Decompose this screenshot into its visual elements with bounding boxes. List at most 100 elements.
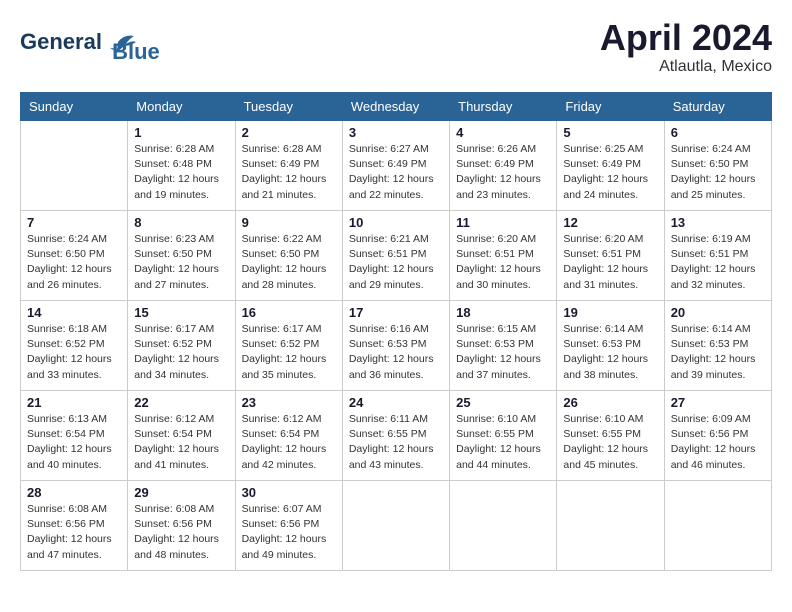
- day-info: Sunrise: 6:17 AMSunset: 6:52 PMDaylight:…: [242, 322, 336, 383]
- calendar-cell: 16 Sunrise: 6:17 AMSunset: 6:52 PMDayligh…: [235, 301, 342, 391]
- calendar-cell: 5 Sunrise: 6:25 AMSunset: 6:49 PMDaylight…: [557, 121, 664, 211]
- day-number: 13: [671, 215, 765, 230]
- calendar-cell: 24Sunrise: 6:11 AMSunset: 6:55 PMDayligh…: [342, 391, 449, 481]
- calendar-cell: 29 Sunrise: 6:08 AMSunset: 6:56 PMDayligh…: [128, 481, 235, 571]
- calendar-cell: [450, 481, 557, 571]
- calendar-cell: 22Sunrise: 6:12 AMSunset: 6:54 PMDayligh…: [128, 391, 235, 481]
- day-info: Sunrise: 6:21 AMSunset: 6:51 PMDaylight:…: [349, 232, 443, 293]
- calendar-cell: [342, 481, 449, 571]
- day-number: 21: [27, 395, 121, 410]
- logo-general: General: [20, 29, 102, 54]
- day-info: Sunrise: 6:26 AMSunset: 6:49 PMDaylight:…: [456, 142, 550, 203]
- calendar-week-2: 7 Sunrise: 6:24 AMSunset: 6:50 PMDaylight…: [21, 211, 772, 301]
- day-info: Sunrise: 6:12 AMSunset: 6:54 PMDaylight:…: [134, 412, 228, 473]
- title-block: April 2024 Atlautla, Mexico: [600, 20, 772, 76]
- day-info: Sunrise: 6:20 AMSunset: 6:51 PMDaylight:…: [456, 232, 550, 293]
- col-thursday: Thursday: [450, 93, 557, 121]
- calendar-cell: 20Sunrise: 6:14 AMSunset: 6:53 PMDayligh…: [664, 301, 771, 391]
- calendar-cell: 1 Sunrise: 6:28 AMSunset: 6:48 PMDaylight…: [128, 121, 235, 211]
- day-number: 2: [242, 125, 336, 140]
- calendar-cell: [557, 481, 664, 571]
- calendar-week-4: 21 Sunrise: 6:13 AMSunset: 6:54 PMDayligh…: [21, 391, 772, 481]
- day-number: 8: [134, 215, 228, 230]
- day-number: 5: [563, 125, 657, 140]
- day-info: Sunrise: 6:28 AMSunset: 6:49 PMDaylight:…: [242, 142, 336, 203]
- day-number: 4: [456, 125, 550, 140]
- day-number: 1: [134, 125, 228, 140]
- day-number: 30: [242, 485, 336, 500]
- day-number: 10: [349, 215, 443, 230]
- day-info: Sunrise: 6:22 AMSunset: 6:50 PMDaylight:…: [242, 232, 336, 293]
- calendar-cell: [664, 481, 771, 571]
- day-number: 9: [242, 215, 336, 230]
- location: Atlautla, Mexico: [600, 58, 772, 76]
- day-info: Sunrise: 6:08 AMSunset: 6:56 PMDaylight:…: [27, 502, 121, 563]
- calendar-week-5: 28 Sunrise: 6:08 AMSunset: 6:56 PMDayligh…: [21, 481, 772, 571]
- col-tuesday: Tuesday: [235, 93, 342, 121]
- calendar-cell: 19Sunrise: 6:14 AMSunset: 6:53 PMDayligh…: [557, 301, 664, 391]
- calendar-cell: 10 Sunrise: 6:21 AMSunset: 6:51 PMDayligh…: [342, 211, 449, 301]
- col-sunday: Sunday: [21, 93, 128, 121]
- calendar-cell: 6Sunrise: 6:24 AMSunset: 6:50 PMDaylight…: [664, 121, 771, 211]
- day-info: Sunrise: 6:15 AMSunset: 6:53 PMDaylight:…: [456, 322, 550, 383]
- day-number: 20: [671, 305, 765, 320]
- calendar-cell: 14 Sunrise: 6:18 AMSunset: 6:52 PMDayligh…: [21, 301, 128, 391]
- day-number: 15: [134, 305, 228, 320]
- day-info: Sunrise: 6:24 AMSunset: 6:50 PMDaylight:…: [27, 232, 121, 293]
- logo: General Blue: [20, 20, 160, 64]
- day-number: 7: [27, 215, 121, 230]
- calendar-cell: 11 Sunrise: 6:20 AMSunset: 6:51 PMDayligh…: [450, 211, 557, 301]
- calendar-cell: 28 Sunrise: 6:08 AMSunset: 6:56 PMDayligh…: [21, 481, 128, 571]
- day-number: 26: [563, 395, 657, 410]
- col-monday: Monday: [128, 93, 235, 121]
- day-info: Sunrise: 6:28 AMSunset: 6:48 PMDaylight:…: [134, 142, 228, 203]
- day-number: 28: [27, 485, 121, 500]
- day-number: 25: [456, 395, 550, 410]
- day-number: 6: [671, 125, 765, 140]
- calendar-cell: 4 Sunrise: 6:26 AMSunset: 6:49 PMDaylight…: [450, 121, 557, 211]
- day-info: Sunrise: 6:12 AMSunset: 6:54 PMDaylight:…: [242, 412, 336, 473]
- calendar-cell: 2 Sunrise: 6:28 AMSunset: 6:49 PMDaylight…: [235, 121, 342, 211]
- day-info: Sunrise: 6:27 AMSunset: 6:49 PMDaylight:…: [349, 142, 443, 203]
- day-info: Sunrise: 6:16 AMSunset: 6:53 PMDaylight:…: [349, 322, 443, 383]
- calendar-cell: 21 Sunrise: 6:13 AMSunset: 6:54 PMDayligh…: [21, 391, 128, 481]
- day-info: Sunrise: 6:10 AMSunset: 6:55 PMDaylight:…: [563, 412, 657, 473]
- day-info: Sunrise: 6:10 AMSunset: 6:55 PMDaylight:…: [456, 412, 550, 473]
- day-info: Sunrise: 6:13 AMSunset: 6:54 PMDaylight:…: [27, 412, 121, 473]
- day-info: Sunrise: 6:11 AMSunset: 6:55 PMDaylight:…: [349, 412, 443, 473]
- day-info: Sunrise: 6:17 AMSunset: 6:52 PMDaylight:…: [134, 322, 228, 383]
- day-info: Sunrise: 6:18 AMSunset: 6:52 PMDaylight:…: [27, 322, 121, 383]
- calendar-cell: 23 Sunrise: 6:12 AMSunset: 6:54 PMDayligh…: [235, 391, 342, 481]
- calendar-cell: 15 Sunrise: 6:17 AMSunset: 6:52 PMDayligh…: [128, 301, 235, 391]
- calendar-cell: 25 Sunrise: 6:10 AMSunset: 6:55 PMDayligh…: [450, 391, 557, 481]
- calendar-cell: 12Sunrise: 6:20 AMSunset: 6:51 PMDayligh…: [557, 211, 664, 301]
- day-number: 12: [563, 215, 657, 230]
- day-info: Sunrise: 6:19 AMSunset: 6:51 PMDaylight:…: [671, 232, 765, 293]
- calendar-cell: 18Sunrise: 6:15 AMSunset: 6:53 PMDayligh…: [450, 301, 557, 391]
- day-info: Sunrise: 6:08 AMSunset: 6:56 PMDaylight:…: [134, 502, 228, 563]
- day-info: Sunrise: 6:25 AMSunset: 6:49 PMDaylight:…: [563, 142, 657, 203]
- col-saturday: Saturday: [664, 93, 771, 121]
- day-number: 14: [27, 305, 121, 320]
- day-number: 19: [563, 305, 657, 320]
- calendar-cell: 8 Sunrise: 6:23 AMSunset: 6:50 PMDaylight…: [128, 211, 235, 301]
- day-number: 16: [242, 305, 336, 320]
- day-number: 29: [134, 485, 228, 500]
- col-wednesday: Wednesday: [342, 93, 449, 121]
- day-number: 11: [456, 215, 550, 230]
- calendar-cell: 17 Sunrise: 6:16 AMSunset: 6:53 PMDayligh…: [342, 301, 449, 391]
- calendar-cell: 26 Sunrise: 6:10 AMSunset: 6:55 PMDayligh…: [557, 391, 664, 481]
- calendar-table: Sunday Monday Tuesday Wednesday Thursday…: [20, 92, 772, 571]
- day-number: 27: [671, 395, 765, 410]
- calendar-cell: 3Sunrise: 6:27 AMSunset: 6:49 PMDaylight…: [342, 121, 449, 211]
- calendar-week-3: 14 Sunrise: 6:18 AMSunset: 6:52 PMDayligh…: [21, 301, 772, 391]
- calendar-cell: [21, 121, 128, 211]
- day-number: 17: [349, 305, 443, 320]
- calendar-cell: 9 Sunrise: 6:22 AMSunset: 6:50 PMDaylight…: [235, 211, 342, 301]
- calendar-cell: 13 Sunrise: 6:19 AMSunset: 6:51 PMDayligh…: [664, 211, 771, 301]
- day-number: 23: [242, 395, 336, 410]
- calendar-week-1: 1 Sunrise: 6:28 AMSunset: 6:48 PMDaylight…: [21, 121, 772, 211]
- day-info: Sunrise: 6:09 AMSunset: 6:56 PMDaylight:…: [671, 412, 765, 473]
- day-info: Sunrise: 6:23 AMSunset: 6:50 PMDaylight:…: [134, 232, 228, 293]
- calendar-cell: 7 Sunrise: 6:24 AMSunset: 6:50 PMDaylight…: [21, 211, 128, 301]
